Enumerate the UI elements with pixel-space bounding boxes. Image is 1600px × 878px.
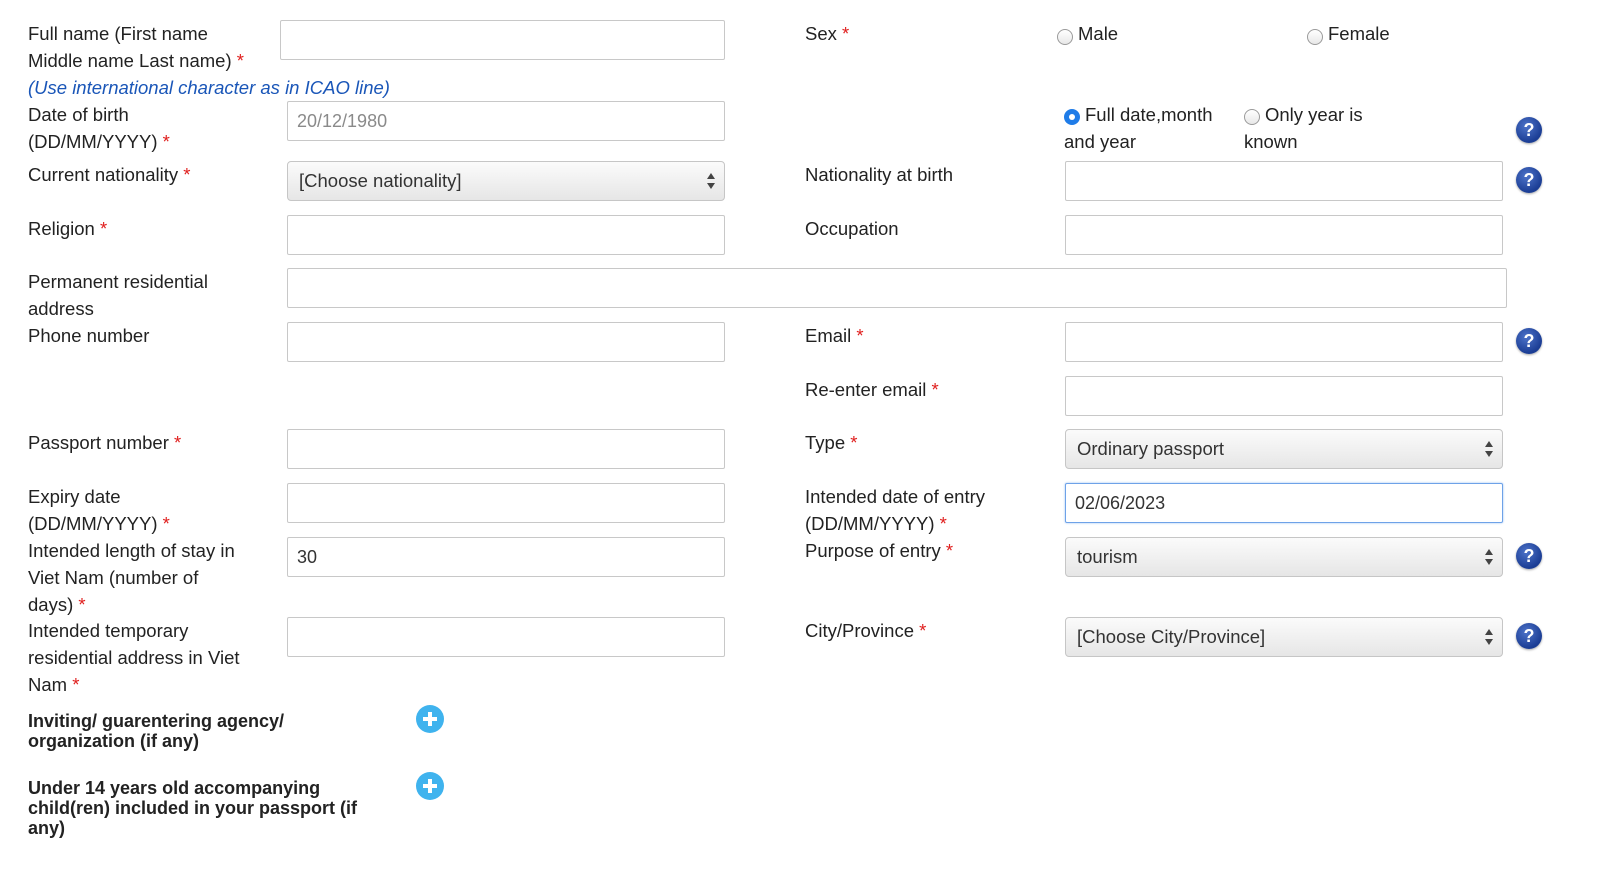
select-arrows-icon (1485, 440, 1494, 458)
purpose-label: Purpose of entry * (805, 540, 954, 561)
entry-date-input[interactable]: 02/06/2023 (1065, 483, 1503, 523)
select-arrows-icon (1485, 628, 1494, 646)
length-of-stay-label: Intended length of stay in Viet Nam (num… (28, 540, 235, 615)
select-arrows-icon (1485, 548, 1494, 566)
permanent-address-input[interactable] (287, 268, 1507, 308)
nationality-at-birth-label: Nationality at birth (805, 164, 954, 185)
city-label: City/Province * (805, 620, 927, 641)
temp-address-input[interactable] (287, 617, 725, 657)
current-nationality-label: Current nationality * (28, 164, 191, 185)
current-nationality-select[interactable]: [Choose nationality] (287, 161, 725, 201)
temp-address-label: Intended temporary residential address i… (28, 620, 240, 695)
entry-date-label: Intended date of entry (DD/MM/YYYY) * (805, 486, 985, 534)
expiry-date-input[interactable] (287, 483, 725, 523)
passport-type-label: Type * (805, 432, 858, 453)
nationality-at-birth-input[interactable] (1065, 161, 1503, 201)
reenter-email-input[interactable] (1065, 376, 1503, 416)
passport-type-value: Ordinary passport (1077, 438, 1225, 459)
reenter-email-label: Re-enter email * (805, 379, 939, 400)
dob-help-icon[interactable]: ? (1516, 117, 1542, 143)
religion-input[interactable] (287, 215, 725, 255)
dob-input[interactable]: 20/12/1980 (287, 101, 725, 141)
occupation-label: Occupation (805, 218, 899, 239)
expiry-date-label: Expiry date (DD/MM/YYYY) * (28, 486, 170, 534)
phone-label: Phone number (28, 325, 150, 346)
city-value: [Choose City/Province] (1077, 626, 1266, 647)
inviting-agency-heading: Inviting/ guarentering agency/organizati… (28, 711, 285, 751)
children-heading: Under 14 years old accompanying child(ren… (28, 778, 358, 838)
add-inviting-agency-icon[interactable] (416, 705, 444, 733)
sex-male-label[interactable]: Male (1078, 20, 1118, 47)
current-nationality-value: [Choose nationality] (299, 170, 462, 191)
nationality-help-icon[interactable]: ? (1516, 167, 1542, 193)
dob-label: Date of birth (DD/MM/YYYY) * (28, 104, 170, 152)
email-input[interactable] (1065, 322, 1503, 362)
dob-year-only-label[interactable]: Only year is known (1244, 101, 1363, 155)
city-help-icon[interactable]: ? (1516, 623, 1542, 649)
sex-female-radio[interactable] (1307, 29, 1323, 45)
occupation-input[interactable] (1065, 215, 1503, 255)
city-select[interactable]: [Choose City/Province] (1065, 617, 1503, 657)
full-name-label: Full name (First name Middle name Last n… (28, 23, 244, 71)
religion-label: Religion * (28, 218, 108, 239)
dob-full-date-label[interactable]: Full date,month and year (1064, 101, 1213, 155)
purpose-select[interactable]: tourism (1065, 537, 1503, 577)
sex-label: Sex * (805, 23, 850, 44)
passport-type-select[interactable]: Ordinary passport (1065, 429, 1503, 469)
permanent-address-label: Permanent residential address (28, 271, 208, 319)
length-of-stay-input[interactable]: 30 (287, 537, 725, 577)
select-arrows-icon (707, 172, 716, 190)
phone-input[interactable] (287, 322, 725, 362)
add-child-icon[interactable] (416, 772, 444, 800)
full-name-hint: (Use international character as in ICAO … (28, 77, 390, 98)
passport-number-input[interactable] (287, 429, 725, 469)
email-label: Email * (805, 325, 864, 346)
sex-male-radio[interactable] (1057, 29, 1073, 45)
purpose-value: tourism (1077, 546, 1138, 567)
passport-number-label: Passport number * (28, 432, 182, 453)
full-name-input[interactable] (280, 20, 725, 60)
purpose-help-icon[interactable]: ? (1516, 543, 1542, 569)
email-help-icon[interactable]: ? (1516, 328, 1542, 354)
sex-female-label[interactable]: Female (1328, 20, 1390, 47)
